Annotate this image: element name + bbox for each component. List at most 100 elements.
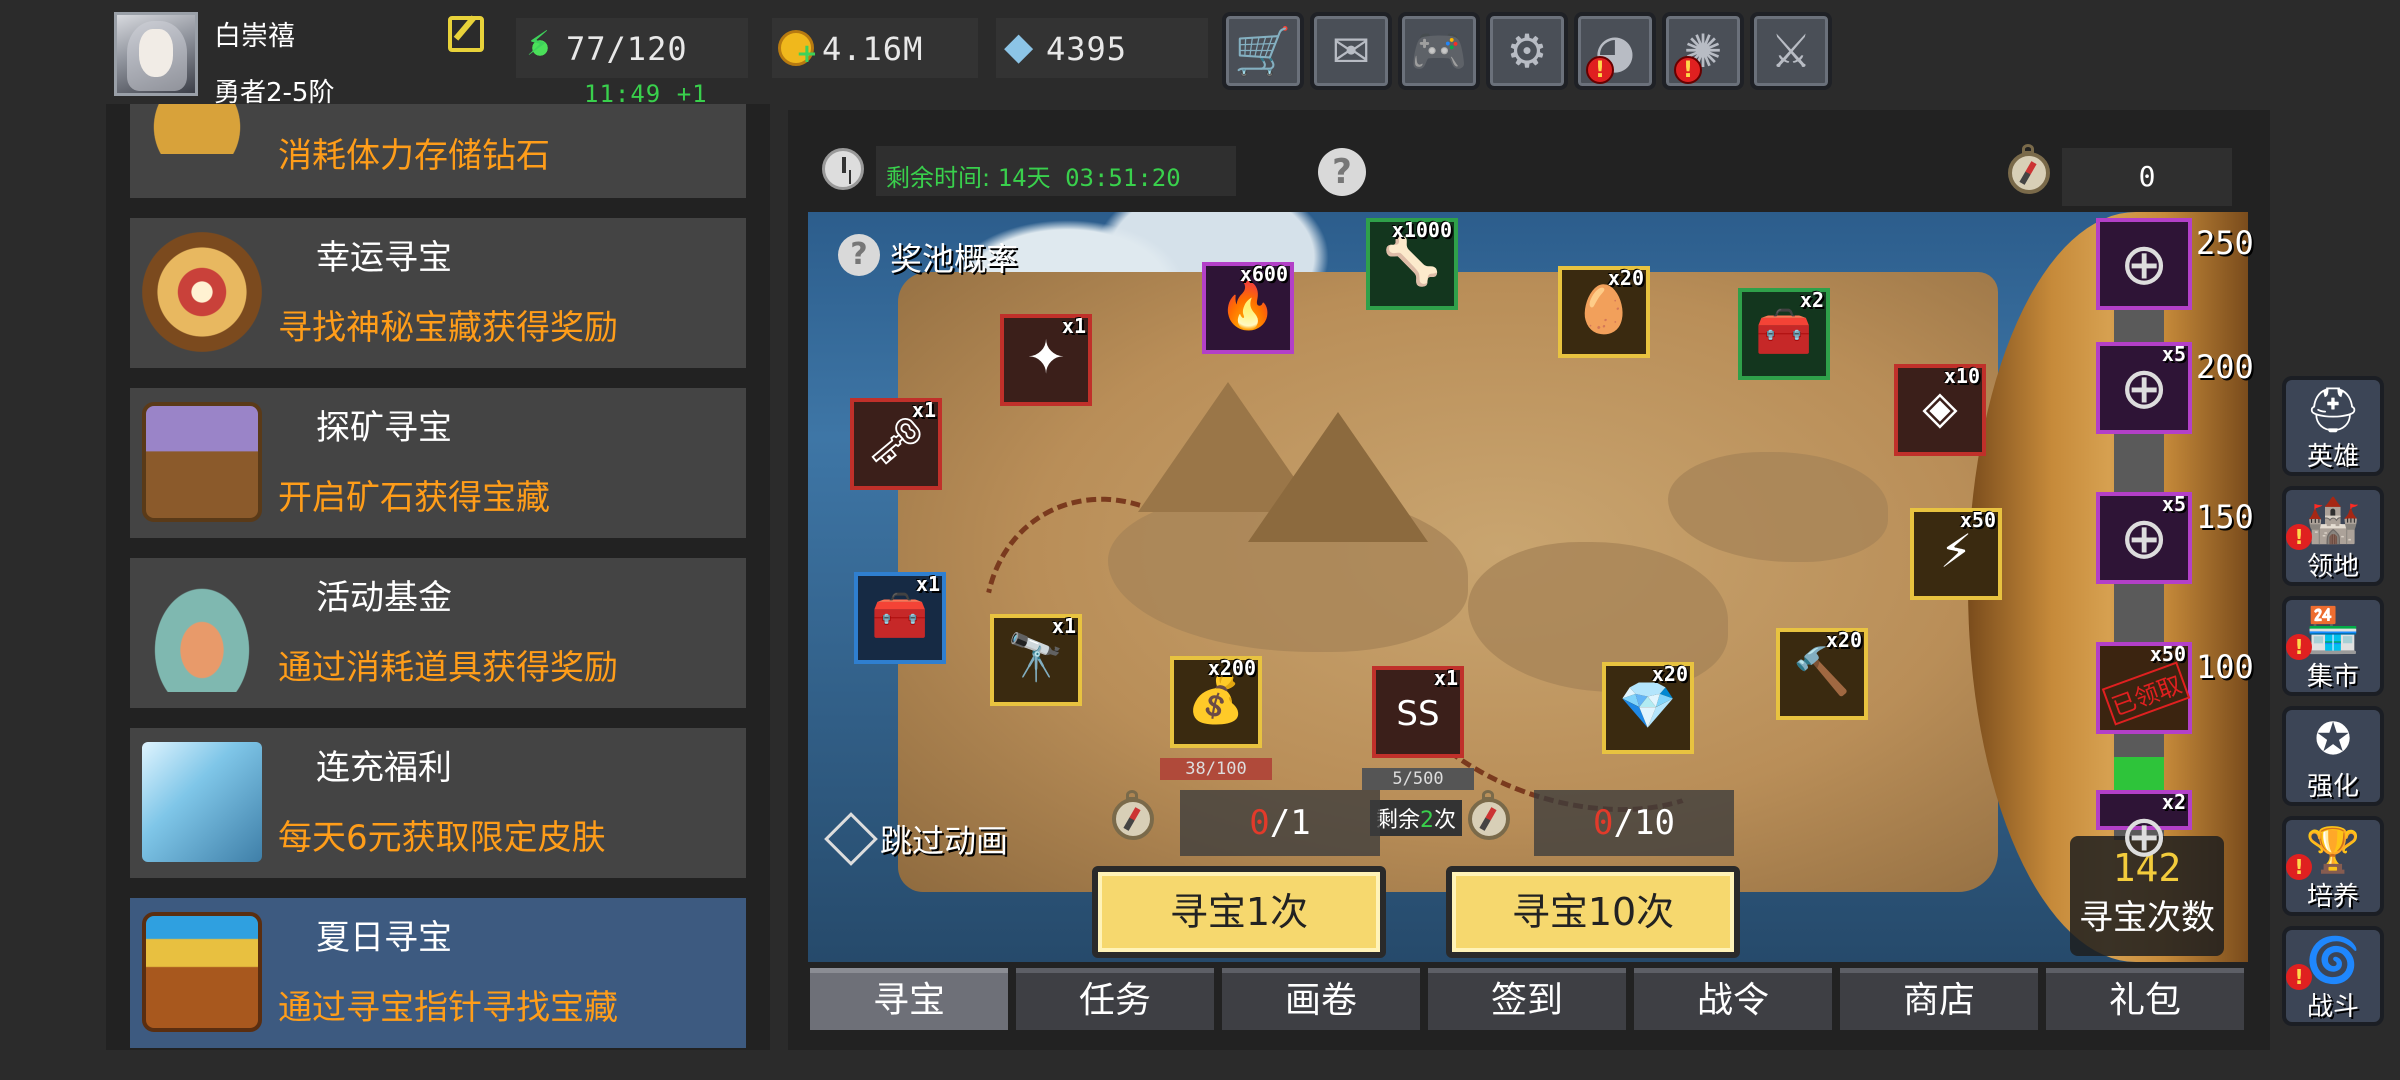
event-title: 连充福利	[316, 748, 452, 788]
milestone-quantity: x50	[2149, 642, 2186, 666]
used-count: 0	[1593, 803, 1614, 843]
event-item-diamond-storage[interactable]: 消耗体力存储钻石	[130, 104, 746, 198]
tab-0[interactable]: 寻宝	[810, 968, 1008, 1030]
event-item-recharge-bonus[interactable]: 连充福利 每天6元获取限定皮肤	[130, 728, 746, 878]
side-button-label: 集市	[2306, 662, 2359, 692]
side-button-1[interactable]: 🏰 领地!	[2282, 486, 2384, 586]
cart-button[interactable]: 🛒	[1222, 12, 1304, 90]
reward-item-icon: 💰	[1187, 672, 1245, 726]
side-button-label: 战斗	[2306, 992, 2359, 1022]
reward-item-quantity: x20	[1825, 628, 1862, 652]
reward-item-icon: 💎	[1619, 678, 1677, 732]
tab-5[interactable]: 商店	[1840, 968, 2038, 1030]
reward-item[interactable]: 💎 x20	[1602, 662, 1694, 754]
hunt-ten-button[interactable]: 寻宝10次	[1446, 866, 1740, 958]
tab-2[interactable]: 画卷	[1222, 968, 1420, 1030]
pool-help-icon[interactable]: ?	[838, 234, 880, 276]
tab-4[interactable]: 战令	[1634, 968, 1832, 1030]
edit-name-icon[interactable]	[448, 16, 484, 52]
hunt-count-label: 寻宝次数	[2079, 898, 2215, 938]
money-bag-icon	[142, 572, 262, 692]
event-item-activity-fund[interactable]: 活动基金 通过消耗道具获得奖励	[130, 558, 746, 708]
tab-3[interactable]: 签到	[1428, 968, 1626, 1030]
gamepad-button[interactable]: 🎮	[1398, 12, 1480, 90]
reward-item[interactable]: SS x1	[1372, 666, 1464, 758]
map-mountain	[1248, 412, 1428, 542]
reward-item[interactable]: ⚡ x50	[1910, 508, 2002, 600]
milestone-threshold: 250	[2196, 224, 2254, 262]
energy-icon	[522, 24, 558, 66]
event-item-lucky-hunt[interactable]: 幸运寻宝 寻找神秘宝藏获得奖励	[130, 218, 746, 368]
milestone-reward[interactable]: ⊕	[2096, 218, 2192, 310]
milestone-reward[interactable]: ⊕ x5	[2096, 492, 2192, 584]
compass-icon	[1108, 790, 1156, 846]
reward-item-icon: 🔥	[1219, 278, 1277, 332]
reward-item-quantity: x10	[1943, 364, 1980, 388]
energy-resource[interactable]: 77/120	[516, 18, 748, 78]
gold-chest-icon	[142, 912, 262, 1032]
event-item-summer-hunt[interactable]: 夏日寻宝 通过寻宝指针寻找宝藏	[130, 898, 746, 1048]
side-button-4[interactable]: 🏆 培养!	[2282, 816, 2384, 916]
side-button-2[interactable]: 🏪 集市!	[2282, 596, 2384, 696]
reward-item[interactable]: ✦ x1	[1000, 314, 1092, 406]
milestone-reward[interactable]: x50 已领取	[2096, 642, 2192, 734]
gem-icon	[1002, 24, 1038, 68]
milestone-threshold: 200	[2196, 348, 2254, 386]
hunt-once-button[interactable]: 寻宝1次	[1092, 866, 1386, 958]
player-avatar[interactable]	[114, 12, 198, 96]
reward-item[interactable]: 🔭 x1	[990, 614, 1082, 706]
milestone-threshold: 150	[2196, 498, 2254, 536]
hunt-one-count: 0/1	[1180, 790, 1380, 856]
color-wheel-button[interactable]: ◕!	[1574, 12, 1656, 90]
alert-badge-icon: !	[1674, 56, 1702, 84]
prize-pool-probability[interactable]: 奖池概率	[890, 234, 1018, 280]
remaining-times: 剩余2次	[1370, 800, 1463, 836]
mail-button[interactable]: ✉	[1310, 12, 1392, 90]
reward-item[interactable]: 💰 x200	[1170, 656, 1262, 748]
tab-1[interactable]: 任务	[1016, 968, 1214, 1030]
event-item-mining-hunt[interactable]: 探矿寻宝 开启矿石获得宝藏	[130, 388, 746, 538]
reward-item-quantity: x1000	[1391, 218, 1452, 242]
side-button-3[interactable]: ✪ 强化	[2282, 706, 2384, 806]
used-count: 0	[1249, 803, 1270, 843]
reward-item[interactable]: 🦴 x1000	[1366, 218, 1458, 310]
reward-item-quantity: x200	[1207, 656, 1256, 680]
reward-item[interactable]: 🔥 x600	[1202, 262, 1294, 354]
reward-item-quantity: x20	[1651, 662, 1688, 686]
reward-item[interactable]: 🥚 x20	[1558, 266, 1650, 358]
tab-6[interactable]: 礼包	[2046, 968, 2244, 1030]
reward-item[interactable]: 🧰 x1	[854, 572, 946, 664]
player-name: 白崇禧	[214, 21, 295, 52]
reward-item[interactable]: 🔨 x20	[1776, 628, 1868, 720]
side-button-icon: ⛑	[2305, 385, 2361, 436]
skip-animation-label[interactable]: 跳过动画	[880, 816, 1008, 862]
reward-item-icon: 🔨	[1793, 644, 1851, 698]
event-title: 夏日寻宝	[316, 918, 452, 958]
reward-item-progress: 5/500	[1362, 768, 1474, 790]
reward-item[interactable]: ◈ x10	[1894, 364, 1986, 456]
milestone-reward[interactable]: ⊕ x5	[2096, 342, 2192, 434]
side-button-label: 领地	[2306, 552, 2359, 582]
help-icon[interactable]: ?	[1318, 148, 1366, 196]
reward-item-icon: ✦	[1026, 330, 1066, 384]
reward-item[interactable]: 🗝 x1	[850, 398, 942, 490]
gold-resource[interactable]: 4.16M	[772, 18, 978, 78]
side-button-0[interactable]: ⛑ 英雄	[2282, 376, 2384, 476]
event-list[interactable]: 消耗体力存储钻石 幸运寻宝 寻找神秘宝藏获得奖励 探矿寻宝 开启矿石获得宝藏 活…	[106, 104, 770, 1050]
milestone-reward[interactable]: ⊕ x2	[2096, 790, 2192, 870]
gem-resource[interactable]: 4395	[996, 18, 1208, 78]
side-button-label: 培养	[2306, 882, 2359, 912]
reward-item-quantity: x1	[1061, 314, 1086, 338]
crossed-swords-button[interactable]: ⚔	[1750, 12, 1832, 90]
gear-button[interactable]: ⚙	[1486, 12, 1568, 90]
reward-item-progress: 38/100	[1160, 758, 1272, 780]
side-button-5[interactable]: 🌀 战斗!	[2282, 926, 2384, 1026]
reward-item-quantity: x600	[1239, 262, 1288, 286]
remain-suffix: 次	[1434, 808, 1457, 833]
fireworks-button[interactable]: ✺!	[1662, 12, 1744, 90]
event-desc: 消耗体力存储钻石	[278, 136, 550, 176]
milestone-quantity: x2	[2161, 790, 2186, 814]
side-button-icon: ✪	[2314, 714, 2352, 765]
compass-icon	[1464, 790, 1512, 846]
reward-item[interactable]: 🧰 x2	[1738, 288, 1830, 380]
